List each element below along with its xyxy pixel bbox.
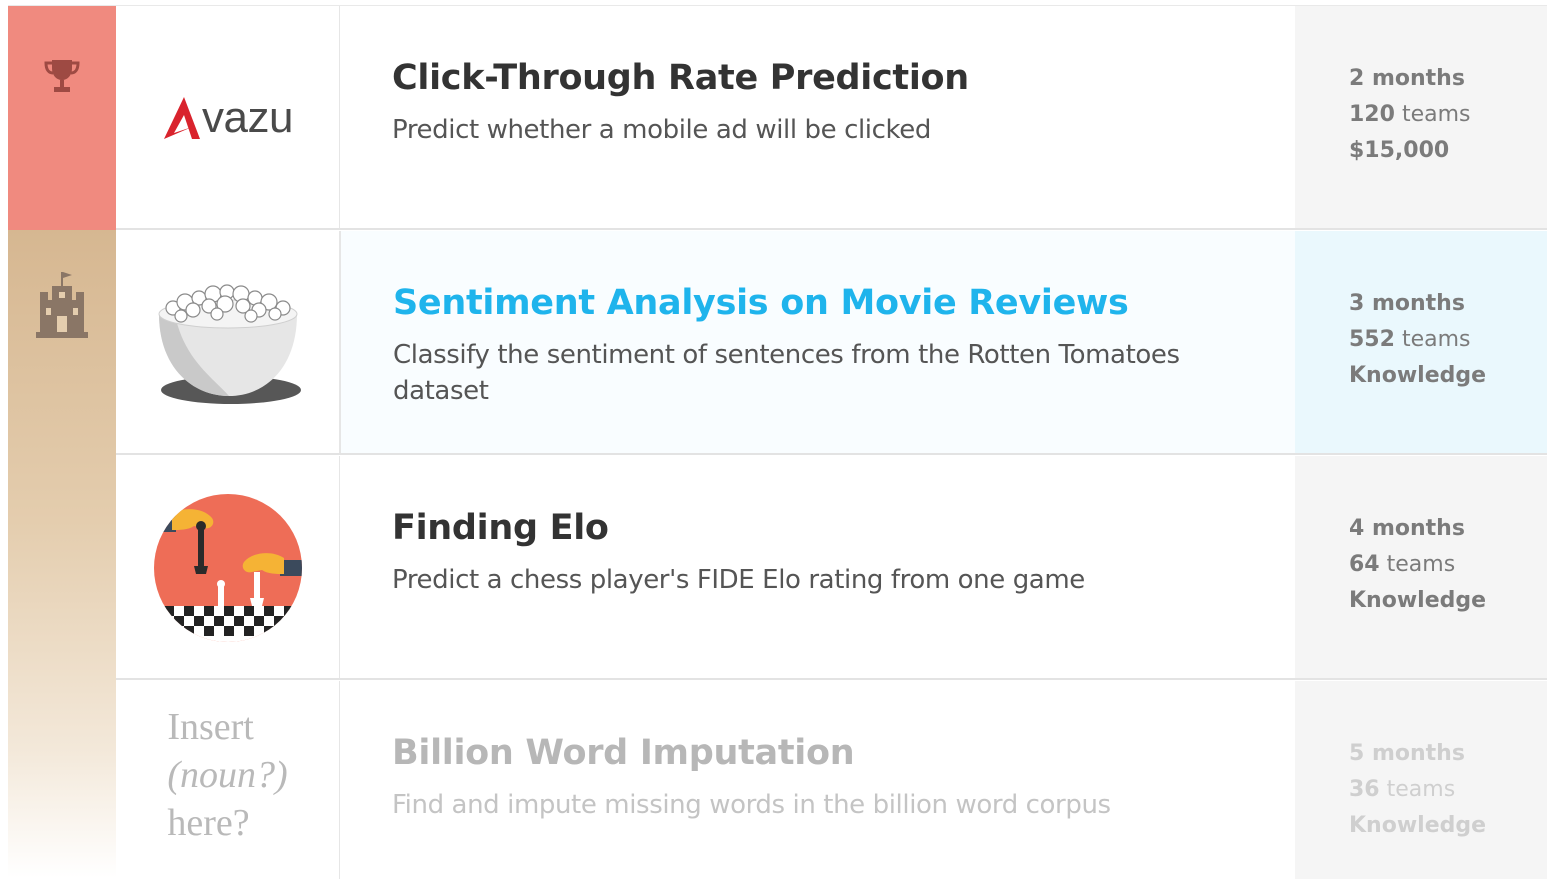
- competition-meta: 4 months 64 teams Knowledge: [1295, 456, 1547, 680]
- teams-label: teams: [1386, 777, 1456, 802]
- teams-label: teams: [1386, 552, 1456, 577]
- competition-description: Predict a chess player's FIDE Elo rating…: [392, 565, 1085, 595]
- insert-noun-logo: Insert (noun?) here?: [167, 703, 287, 847]
- competition-logo[interactable]: vazu: [116, 6, 340, 230]
- competition-info[interactable]: Sentiment Analysis on Movie Reviews Clas…: [340, 231, 1296, 455]
- competition-row[interactable]: Insert (noun?) here? Billion Word Imputa…: [8, 681, 1547, 879]
- competition-meta: 3 months 552 teams Knowledge: [1295, 231, 1547, 455]
- competition-info[interactable]: Finding Elo Predict a chess player's FID…: [340, 456, 1295, 680]
- row-divider: [116, 228, 1547, 230]
- competition-description: Classify the sentiment of sentences from…: [393, 340, 1180, 406]
- avazu-a-icon: [164, 97, 201, 139]
- competition-title[interactable]: Click-Through Rate Prediction: [392, 58, 969, 98]
- popcorn-bowl-icon: [158, 284, 301, 404]
- teams-count: 36: [1349, 777, 1380, 802]
- logo-line: Insert: [167, 706, 254, 748]
- competition-info[interactable]: Billion Word Imputation Find and impute …: [340, 681, 1295, 879]
- duration: 2 months: [1349, 66, 1465, 91]
- row-divider: [116, 678, 1547, 680]
- competition-description: Find and impute missing words in the bil…: [392, 790, 1111, 820]
- competition-meta: 2 months 120 teams $15,000: [1295, 6, 1547, 230]
- competition-description: Predict whether a mobile ad will be clic…: [392, 115, 931, 145]
- competition-row[interactable]: Finding Elo Predict a chess player's FID…: [8, 456, 1547, 680]
- competition-row[interactable]: Sentiment Analysis on Movie Reviews Clas…: [8, 231, 1547, 455]
- teams-count: 120: [1349, 102, 1395, 127]
- duration: 5 months: [1349, 741, 1465, 766]
- reward: Knowledge: [1349, 588, 1487, 613]
- competition-logo[interactable]: [116, 231, 340, 455]
- logo-line: (noun?): [167, 754, 288, 796]
- reward: Knowledge: [1349, 813, 1487, 838]
- trophy-icon: [44, 60, 80, 92]
- competition-meta: 5 months 36 teams Knowledge: [1295, 681, 1547, 879]
- competition-title[interactable]: Sentiment Analysis on Movie Reviews: [393, 283, 1129, 323]
- category-strip-featured: [8, 6, 116, 230]
- competition-title[interactable]: Finding Elo: [392, 508, 609, 548]
- logo-line: here?: [167, 802, 250, 844]
- chess-hands-icon: [153, 494, 302, 642]
- duration: 3 months: [1349, 291, 1465, 316]
- duration: 4 months: [1349, 516, 1465, 541]
- competition-logo[interactable]: [116, 456, 340, 680]
- avazu-logo-text: vazu: [202, 93, 293, 142]
- avazu-logo: vazu: [162, 93, 293, 143]
- competition-logo[interactable]: Insert (noun?) here?: [116, 681, 340, 879]
- teams-label: teams: [1401, 327, 1471, 352]
- competition-list: vazu Click-Through Rate Prediction Predi…: [8, 5, 1547, 879]
- reward: Knowledge: [1349, 363, 1487, 388]
- competition-info[interactable]: Click-Through Rate Prediction Predict wh…: [340, 6, 1295, 230]
- teams-label: teams: [1401, 102, 1471, 127]
- row-divider: [116, 453, 1547, 455]
- competition-row[interactable]: vazu Click-Through Rate Prediction Predi…: [8, 6, 1547, 230]
- reward: $15,000: [1349, 138, 1450, 163]
- competition-title[interactable]: Billion Word Imputation: [392, 733, 855, 773]
- teams-count: 552: [1349, 327, 1395, 352]
- teams-count: 64: [1349, 552, 1380, 577]
